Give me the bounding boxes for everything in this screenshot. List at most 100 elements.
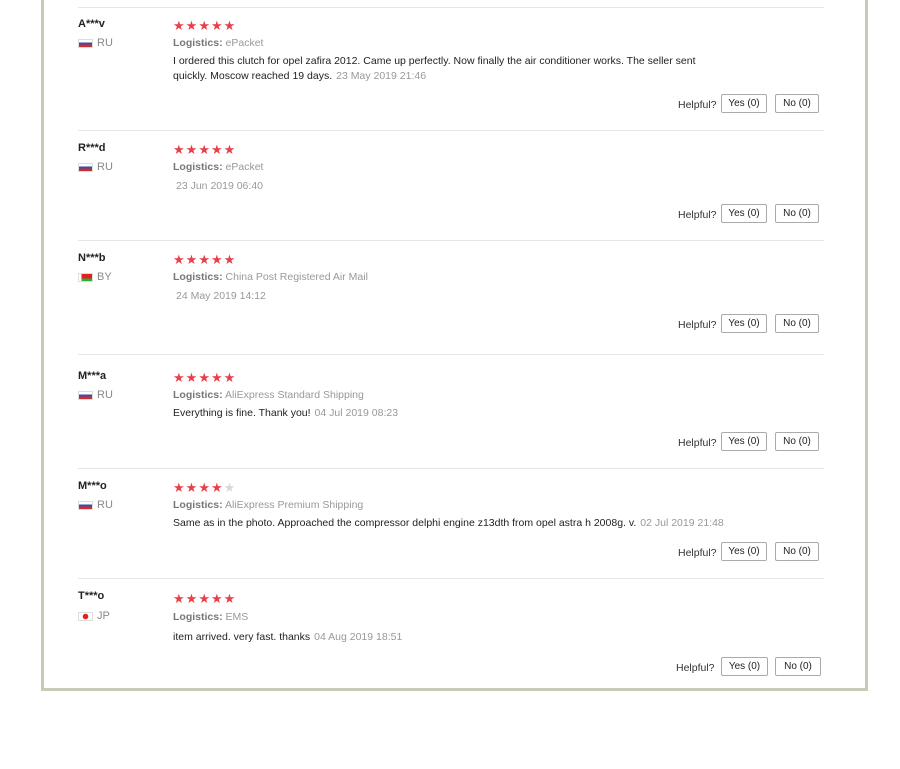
star-icon: ★ <box>210 370 224 385</box>
helpful-no-button[interactable]: No (0) <box>775 657 821 676</box>
review-body: I ordered this clutch for opel zafira 20… <box>173 55 696 82</box>
star-icon: ★ <box>185 591 199 606</box>
star-icon: ★ <box>223 252 237 267</box>
star-icon: ★ <box>223 142 237 157</box>
logistics-label: Logistics: <box>173 271 223 283</box>
russia-flag-icon <box>78 162 93 172</box>
star-icon: ★ <box>185 18 199 33</box>
logistics-info: Logistics: ePacket <box>173 161 263 173</box>
review-text: I ordered this clutch for opel zafira 20… <box>173 54 703 84</box>
reviewer-name: T***o <box>78 590 105 602</box>
star-icon: ★ <box>185 370 199 385</box>
belarus-flag-icon <box>78 272 93 282</box>
star-icon: ★ <box>198 142 211 157</box>
logistics-method: ePacket <box>225 161 264 173</box>
review-date: 04 Jul 2019 08:23 <box>314 407 399 419</box>
helpful-label: Helpful? <box>678 209 717 221</box>
star-icon: ★ <box>210 252 224 267</box>
logistics-method: EMS <box>225 611 249 623</box>
review-divider <box>78 578 824 579</box>
helpful-label: Helpful? <box>678 437 717 449</box>
star-icon: ★ <box>198 370 211 385</box>
review-body: Everything is fine. Thank you! <box>173 407 311 419</box>
star-rating: ★★★★★ <box>173 371 236 384</box>
reviewer-name: M***o <box>78 480 107 492</box>
star-icon: ★ <box>198 252 211 267</box>
star-icon: ★ <box>173 480 186 495</box>
helpful-no-button[interactable]: No (0) <box>775 204 819 223</box>
review-body: item arrived. very fast. thanks <box>173 631 311 643</box>
review-text: 23 Jun 2019 06:40 <box>173 179 703 194</box>
logistics-method: AliExpress Standard Shipping <box>224 389 364 401</box>
japan-flag-icon <box>78 611 93 621</box>
helpful-no-button[interactable]: No (0) <box>775 542 819 561</box>
helpful-yes-button[interactable]: Yes (0) <box>721 657 768 676</box>
helpful-yes-button[interactable]: Yes (0) <box>721 432 767 451</box>
star-rating: ★★★★★ <box>173 19 236 32</box>
helpful-label: Helpful? <box>678 547 717 559</box>
logistics-info: Logistics: ePacket <box>173 37 263 49</box>
star-rating: ★★★★★ <box>173 592 236 605</box>
country-code: RU <box>97 499 113 511</box>
review-date: 24 May 2019 14:12 <box>176 290 266 302</box>
star-icon: ★ <box>173 252 186 267</box>
star-icon: ★ <box>210 18 224 33</box>
helpful-no-button[interactable]: No (0) <box>775 94 819 113</box>
logistics-method: China Post Registered Air Mail <box>225 271 368 283</box>
star-icon: ★ <box>173 370 186 385</box>
country-code: BY <box>97 271 112 283</box>
star-icon: ★ <box>210 591 224 606</box>
star-icon: ★ <box>185 252 199 267</box>
star-icon: ★ <box>173 18 186 33</box>
logistics-info: Logistics: AliExpress Premium Shipping <box>173 499 363 511</box>
logistics-info: Logistics: AliExpress Standard Shipping <box>173 389 364 401</box>
logistics-label: Logistics: <box>173 37 223 49</box>
helpful-no-button[interactable]: No (0) <box>775 314 819 333</box>
russia-flag-icon <box>78 500 93 510</box>
star-rating: ★★★★★ <box>173 253 236 266</box>
country-code: RU <box>97 37 113 49</box>
country-code: RU <box>97 389 113 401</box>
star-icon: ★ <box>198 480 211 495</box>
review-date: 23 Jun 2019 06:40 <box>176 180 263 192</box>
review-divider <box>78 354 824 355</box>
russia-flag-icon <box>78 390 93 400</box>
logistics-info: Logistics: China Post Registered Air Mai… <box>173 271 368 283</box>
logistics-label: Logistics: <box>173 389 223 401</box>
review-date: 04 Aug 2019 18:51 <box>314 631 403 643</box>
helpful-yes-button[interactable]: Yes (0) <box>721 314 767 333</box>
reviewer-country: RU <box>78 499 113 511</box>
reviewer-name: N***b <box>78 252 106 264</box>
logistics-label: Logistics: <box>173 499 223 511</box>
helpful-yes-button[interactable]: Yes (0) <box>721 542 767 561</box>
star-icon: ★ <box>223 370 237 385</box>
logistics-method: AliExpress Premium Shipping <box>224 499 364 511</box>
helpful-no-button[interactable]: No (0) <box>775 432 819 451</box>
helpful-yes-button[interactable]: Yes (0) <box>721 94 767 113</box>
helpful-label: Helpful? <box>676 662 715 674</box>
star-rating: ★★★★★ <box>173 143 236 156</box>
logistics-info: Logistics: EMS <box>173 611 248 623</box>
star-icon: ★ <box>185 480 199 495</box>
review-text: item arrived. very fast. thanks 04 Aug 20… <box>173 630 703 645</box>
star-icon: ★ <box>223 18 237 33</box>
review-date: 02 Jul 2019 21:48 <box>640 517 724 529</box>
review-divider <box>78 130 824 131</box>
reviewer-country: RU <box>78 37 113 49</box>
country-code: RU <box>97 161 113 173</box>
star-icon: ★ <box>223 591 237 606</box>
reviewer-name: A***v <box>78 18 105 30</box>
country-code: JP <box>97 610 110 622</box>
star-icon: ★ <box>210 480 224 495</box>
star-icon: ★ <box>173 591 186 606</box>
review-body: Same as in the photo. Approached the com… <box>173 517 637 529</box>
review-divider <box>78 240 824 241</box>
star-icon: ★ <box>173 142 186 157</box>
helpful-label: Helpful? <box>678 99 717 111</box>
reviews-panel: A***v RU ★★★★★ Logistics: ePacket I orde… <box>41 0 868 691</box>
russia-flag-icon <box>78 38 93 48</box>
review-text: Same as in the photo. Approached the com… <box>173 516 733 531</box>
helpful-yes-button[interactable]: Yes (0) <box>721 204 767 223</box>
review-text: Everything is fine. Thank you! 04 Jul 201… <box>173 406 703 421</box>
logistics-label: Logistics: <box>173 161 223 173</box>
